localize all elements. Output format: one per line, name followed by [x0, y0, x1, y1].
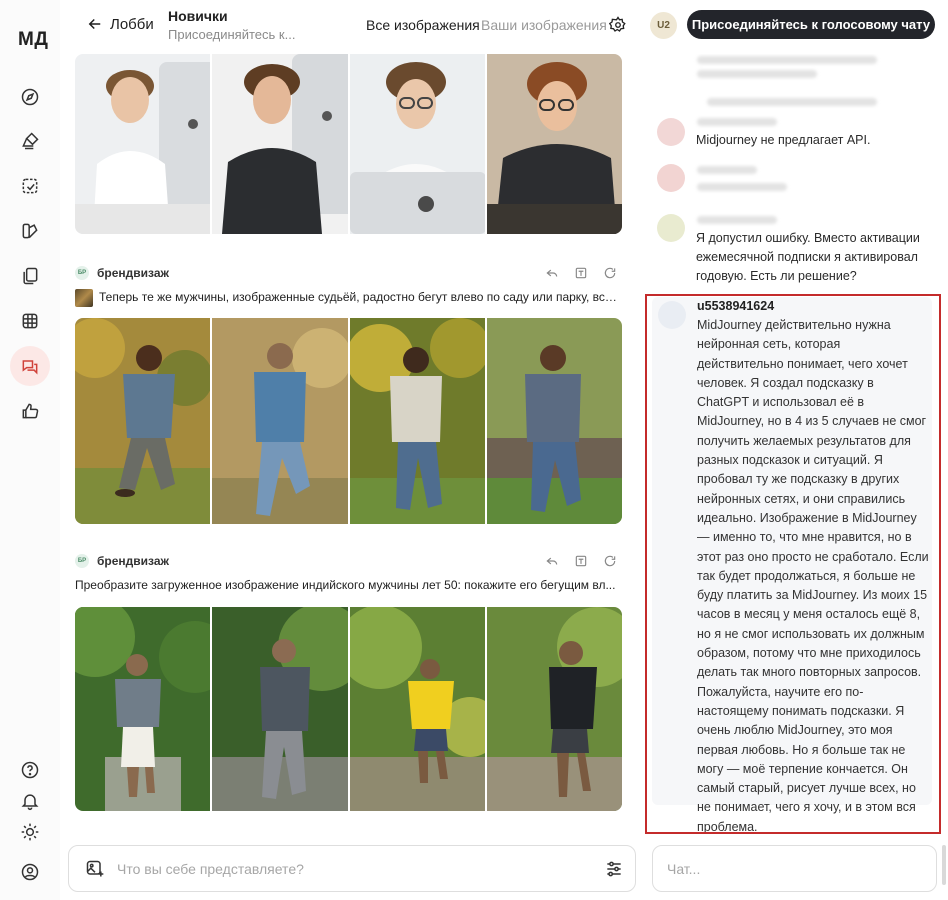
post-actions — [545, 266, 617, 280]
image-tile[interactable] — [349, 607, 485, 811]
reply-icon[interactable] — [545, 266, 559, 280]
image-tile[interactable] — [486, 318, 622, 524]
settings-sliders-icon[interactable] — [604, 859, 624, 879]
prompt-input[interactable] — [117, 858, 587, 880]
image-tile[interactable] — [349, 54, 485, 234]
back-to-lobby-button[interactable]: Лобби — [86, 15, 154, 33]
post-prompt: Теперь те же мужчины, изображенные судьё… — [75, 289, 623, 307]
join-voice-chat-button[interactable]: Присоединяйтесь к голосовому чату — [687, 10, 935, 39]
image-tile[interactable] — [212, 318, 348, 524]
image-grid — [75, 607, 622, 811]
image-tile[interactable] — [349, 318, 485, 524]
chat-message-text: Midjourney не предлагает API. — [696, 133, 871, 147]
rerun-icon[interactable] — [603, 554, 617, 568]
image-tile[interactable] — [75, 54, 211, 234]
post-prompt-text: Теперь те же мужчины, изображенные судьё… — [99, 290, 623, 305]
post-author[interactable]: брендвизаж — [97, 554, 169, 568]
author-badge: БР — [75, 266, 89, 280]
compass-icon[interactable] — [10, 77, 50, 117]
post-header: БР брендвизаж — [75, 264, 623, 284]
avatar[interactable] — [657, 118, 685, 146]
image-tile[interactable] — [212, 54, 348, 234]
image-tile[interactable] — [212, 607, 348, 811]
image-tile[interactable] — [486, 607, 622, 811]
avatar[interactable] — [657, 214, 685, 242]
highlight-frame — [645, 294, 941, 834]
text-prompt-icon[interactable] — [574, 266, 588, 280]
image-tile[interactable] — [75, 607, 211, 811]
image-grid — [75, 318, 622, 524]
app-logo[interactable]: МД — [18, 29, 48, 51]
thumbs-up-icon[interactable] — [10, 391, 50, 431]
chat-input[interactable] — [667, 858, 917, 880]
post-author[interactable]: брендвизаж — [97, 266, 169, 280]
chat-message-text: Я допустил ошибку. Вместо активации ежем… — [696, 231, 920, 283]
sun-icon[interactable] — [10, 812, 50, 852]
palette-icon[interactable] — [10, 211, 50, 251]
folders-icon[interactable] — [10, 256, 50, 296]
brush-icon[interactable] — [10, 121, 50, 161]
avatar[interactable] — [657, 164, 685, 192]
tab-your-images[interactable]: Ваши изображения — [481, 17, 607, 33]
channel-subtitle: Присоединяйтесь к... — [168, 27, 296, 42]
post-prompt-text: Преобразите загруженное изображение инди… — [75, 578, 616, 592]
grid-icon[interactable] — [10, 301, 50, 341]
sidebar: МД — [0, 0, 60, 900]
prompt-bar — [68, 845, 636, 892]
reply-icon[interactable] — [545, 554, 559, 568]
account-icon[interactable] — [10, 852, 50, 892]
add-image-icon[interactable] — [85, 859, 105, 879]
edit-icon[interactable] — [10, 166, 50, 206]
scrollbar[interactable] — [942, 845, 946, 885]
image-feed: БР брендвизаж Теперь те же мужчины, изоб… — [75, 54, 623, 834]
post-header: БР брендвизаж — [75, 552, 623, 572]
image-tile[interactable] — [75, 318, 211, 524]
gear-icon[interactable] — [609, 16, 627, 34]
rerun-icon[interactable] — [603, 266, 617, 280]
user-avatar[interactable]: U2 — [650, 12, 677, 39]
tab-all-images[interactable]: Все изображения — [366, 17, 480, 33]
top-header: Лобби Новички Присоединяйтесь к... Все и… — [60, 0, 948, 54]
image-tile[interactable] — [486, 54, 622, 234]
post-actions — [545, 554, 617, 568]
text-prompt-icon[interactable] — [574, 554, 588, 568]
reference-thumbnail[interactable] — [75, 289, 93, 307]
author-badge: БР — [75, 554, 89, 568]
channel-title: Новички — [168, 8, 228, 24]
chat-icon[interactable] — [10, 346, 50, 386]
chat-bar — [652, 845, 937, 892]
arrow-left-icon — [88, 18, 101, 30]
image-grid — [75, 54, 622, 234]
back-label: Лобби — [110, 15, 154, 33]
